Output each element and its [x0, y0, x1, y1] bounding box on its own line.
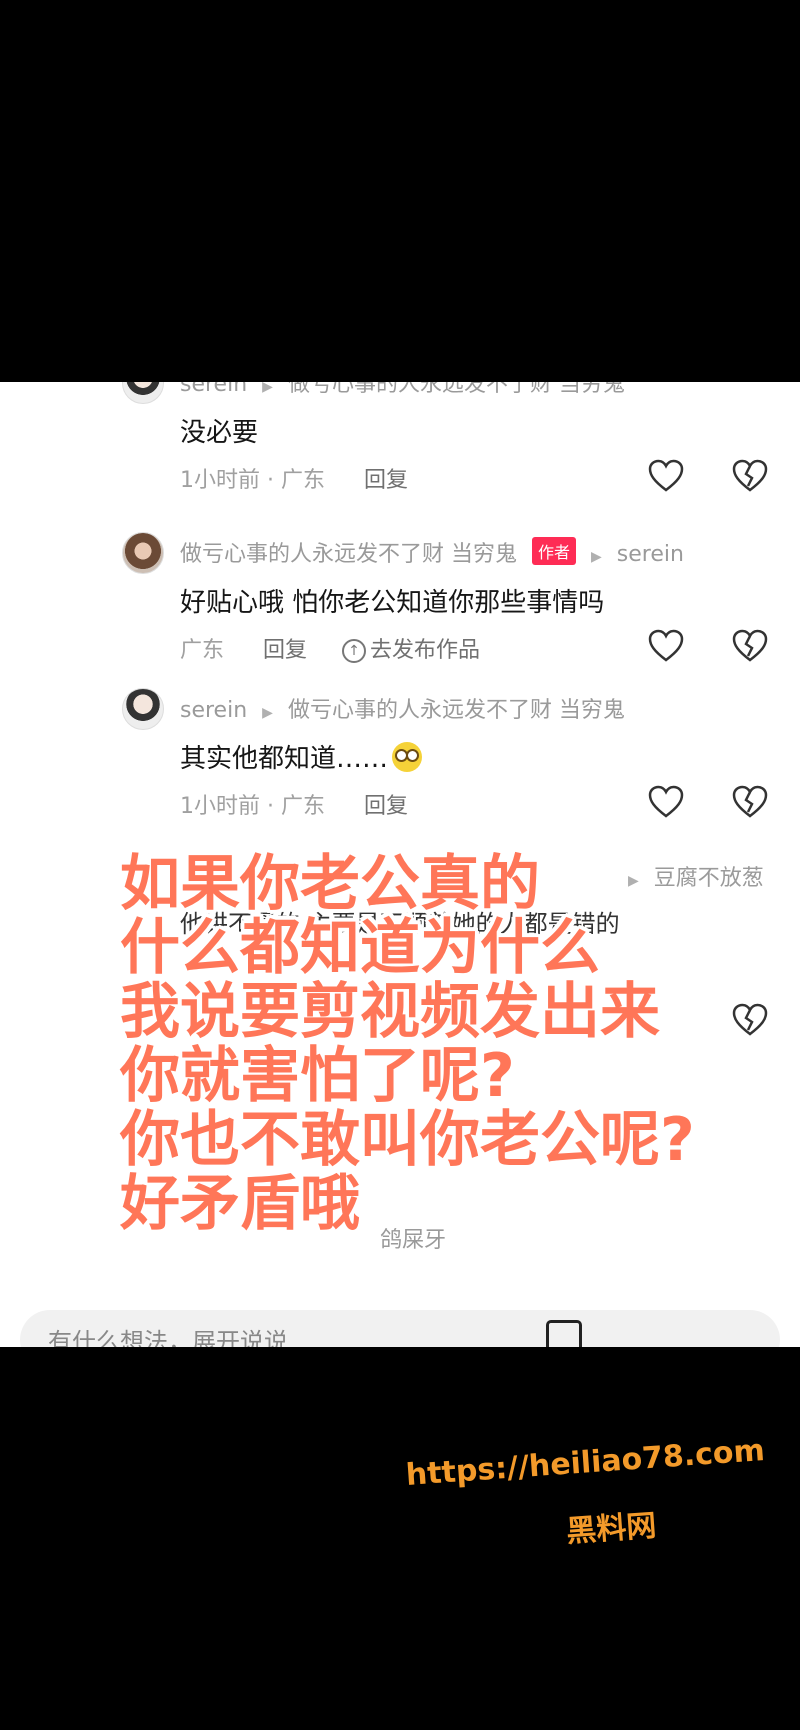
avatar[interactable] — [122, 532, 164, 574]
comment-meta: 做亏心事的人永远发不了财 当穷鬼 作者 ▶ serein — [180, 536, 684, 568]
reply-arrow-icon: ▶ — [591, 549, 602, 565]
comment-text: 其实他都知道…… — [180, 744, 389, 774]
comment-text-row: 其实他都知道…… — [180, 738, 423, 775]
caption-line: 什么都知道为什么 — [120, 913, 600, 983]
reply-arrow-icon: ▶ — [262, 382, 273, 395]
image-icon[interactable] — [546, 1320, 582, 1347]
comment-screen: serein ▶ 做亏心事的人永远发不了财 当穷鬼 没必要 1小时前 · 广东 … — [0, 382, 800, 1347]
comment-footer: 1小时前 · 广东 回复 — [180, 462, 408, 494]
heart-icon[interactable] — [644, 454, 688, 498]
publish-link[interactable]: ↑ 去发布作品 — [342, 638, 480, 663]
heart-icon[interactable] — [644, 780, 688, 824]
comment-input-bar[interactable]: 有什么想法，展开说说 — [20, 1310, 780, 1347]
reply-arrow-icon: ▶ — [262, 705, 273, 721]
reply-button[interactable]: 回复 — [263, 638, 307, 663]
comment-footer: 广东 回复 ↑ 去发布作品 — [180, 632, 480, 664]
reply-to-username[interactable]: 做亏心事的人永远发不了财 当穷鬼 — [288, 698, 625, 723]
comment-footer: 1小时前 · 广东 回复 — [180, 788, 408, 820]
reply-to-username[interactable]: 做亏心事的人永远发不了财 当穷鬼 — [288, 382, 625, 397]
comment-input-placeholder[interactable]: 有什么想法，展开说说 — [48, 1322, 288, 1347]
comment-location: 广东 — [180, 638, 225, 663]
comment-username[interactable]: 做亏心事的人永远发不了财 当穷鬼 — [180, 542, 517, 567]
caption-line: 你也不敢叫你老公呢? — [120, 1105, 695, 1175]
broken-heart-icon[interactable] — [728, 780, 772, 824]
comment-time: 1小时前 · 广东 — [180, 794, 325, 819]
upload-icon: ↑ — [342, 639, 367, 663]
watermark: https://heiliao78.com 黑料网 — [405, 1433, 786, 1550]
caption-line: 好矛盾哦 — [120, 1169, 360, 1239]
publish-label: 去发布作品 — [370, 638, 481, 663]
broken-heart-icon[interactable] — [728, 624, 772, 668]
comment-meta: serein ▶ 做亏心事的人永远发不了财 当穷鬼 — [180, 692, 625, 724]
reply-button[interactable]: 回复 — [364, 468, 408, 493]
caption-line: 你就害怕了呢? — [120, 1041, 515, 1111]
comment-time: 1小时前 · 广东 — [180, 468, 325, 493]
watermark-name: 黑料网 — [565, 1508, 658, 1550]
avatar[interactable] — [122, 688, 164, 730]
comment-meta: serein ▶ 做亏心事的人永远发不了财 当穷鬼 — [180, 382, 625, 398]
author-badge: 作者 — [532, 537, 577, 565]
reply-to-username[interactable]: serein — [617, 542, 684, 567]
comment-text: 好贴心哦 怕你老公知道你那些事情吗 — [180, 588, 605, 618]
watermark-url: https://heiliao78.com — [404, 1432, 766, 1493]
caption-line: 如果你老公真的 — [120, 849, 540, 919]
flushed-face-emoji-icon — [392, 742, 423, 772]
comment-text: 没必要 — [180, 418, 259, 448]
comment-item: serein ▶ 做亏心事的人永远发不了财 当穷鬼 其实他都知道…… 1小时前 … — [0, 688, 800, 838]
caption-overlay: 如果你老公真的 什么都知道为什么 我说要剪视频发出来 你就害怕了呢? 你也不敢叫… — [120, 852, 800, 1236]
avatar[interactable] — [122, 382, 164, 404]
comment-username[interactable]: serein — [180, 698, 247, 723]
comment-item: 做亏心事的人永远发不了财 当穷鬼 作者 ▶ serein 好贴心哦 怕你老公知道… — [0, 532, 800, 682]
comment-item: serein ▶ 做亏心事的人永远发不了财 当穷鬼 没必要 1小时前 · 广东 … — [0, 382, 800, 512]
reply-button[interactable]: 回复 — [364, 794, 408, 819]
comment-username[interactable]: serein — [180, 382, 247, 397]
heart-icon[interactable] — [644, 624, 688, 668]
broken-heart-icon[interactable] — [728, 454, 772, 498]
caption-line: 我说要剪视频发出来 — [120, 977, 660, 1047]
